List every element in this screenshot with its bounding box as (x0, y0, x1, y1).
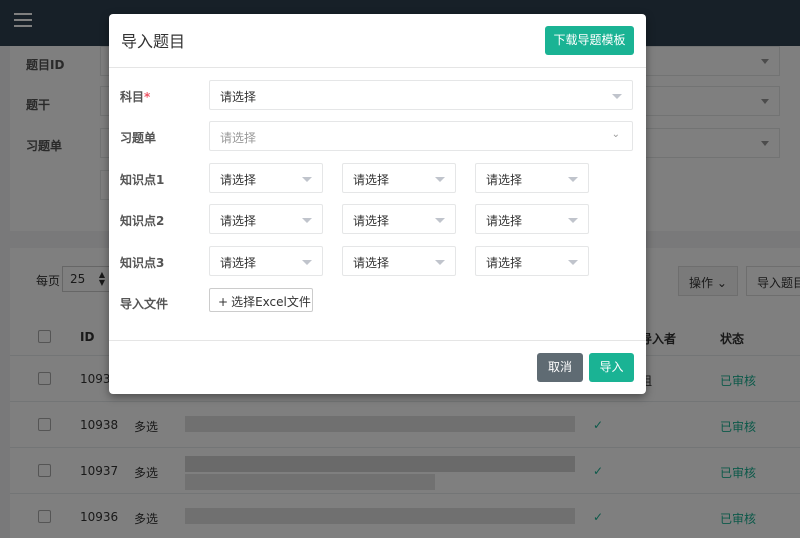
caret-down-icon (302, 177, 312, 182)
required-mark: * (144, 90, 151, 104)
chevron-down-icon: ⌄ (611, 129, 620, 140)
subject-label: 科目* (120, 90, 151, 104)
caret-down-icon (612, 94, 622, 99)
download-template-button[interactable]: 下载导题模板 (545, 26, 634, 55)
exercise-label: 习题单 (120, 131, 157, 145)
modal-title: 导入题目 (121, 32, 186, 51)
footer-divider (109, 340, 646, 341)
import-button[interactable]: 导入 (589, 353, 634, 382)
import-questions-modal: 导入题目 下载导题模板 科目* 请选择 习题单 请选择 ⌄ 知识点1 请选择 请… (109, 14, 646, 394)
caret-down-icon (302, 218, 312, 223)
caret-down-icon (302, 260, 312, 265)
exercise-select-placeholder: 请选择 (220, 131, 257, 145)
import-file-label: 导入文件 (120, 297, 169, 311)
caret-down-icon (568, 218, 578, 223)
choose-file-label: 选择Excel文件 (231, 295, 311, 309)
choose-excel-file-button[interactable]: + 选择Excel文件 (209, 288, 313, 312)
caret-down-icon (435, 260, 445, 265)
kp1-label: 知识点1 (120, 173, 165, 187)
caret-down-icon (435, 218, 445, 223)
kp2-level1-select[interactable]: 请选择 (209, 204, 323, 234)
kp3-level3-select[interactable]: 请选择 (475, 246, 589, 276)
cancel-button[interactable]: 取消 (537, 353, 583, 382)
header-divider (109, 67, 646, 68)
caret-down-icon (435, 177, 445, 182)
caret-down-icon (568, 260, 578, 265)
plus-icon: + (218, 295, 229, 309)
subject-select[interactable]: 请选择 (209, 80, 633, 110)
kp1-level3-select[interactable]: 请选择 (475, 163, 589, 193)
kp3-label: 知识点3 (120, 256, 165, 270)
caret-down-icon (568, 177, 578, 182)
kp1-level1-select[interactable]: 请选择 (209, 163, 323, 193)
kp3-level2-select[interactable]: 请选择 (342, 246, 456, 276)
kp3-level1-select[interactable]: 请选择 (209, 246, 323, 276)
exercise-select[interactable]: 请选择 ⌄ (209, 121, 633, 151)
kp2-level3-select[interactable]: 请选择 (475, 204, 589, 234)
subject-select-value: 请选择 (220, 90, 257, 104)
kp2-label: 知识点2 (120, 214, 165, 228)
kp2-level2-select[interactable]: 请选择 (342, 204, 456, 234)
kp1-level2-select[interactable]: 请选择 (342, 163, 456, 193)
